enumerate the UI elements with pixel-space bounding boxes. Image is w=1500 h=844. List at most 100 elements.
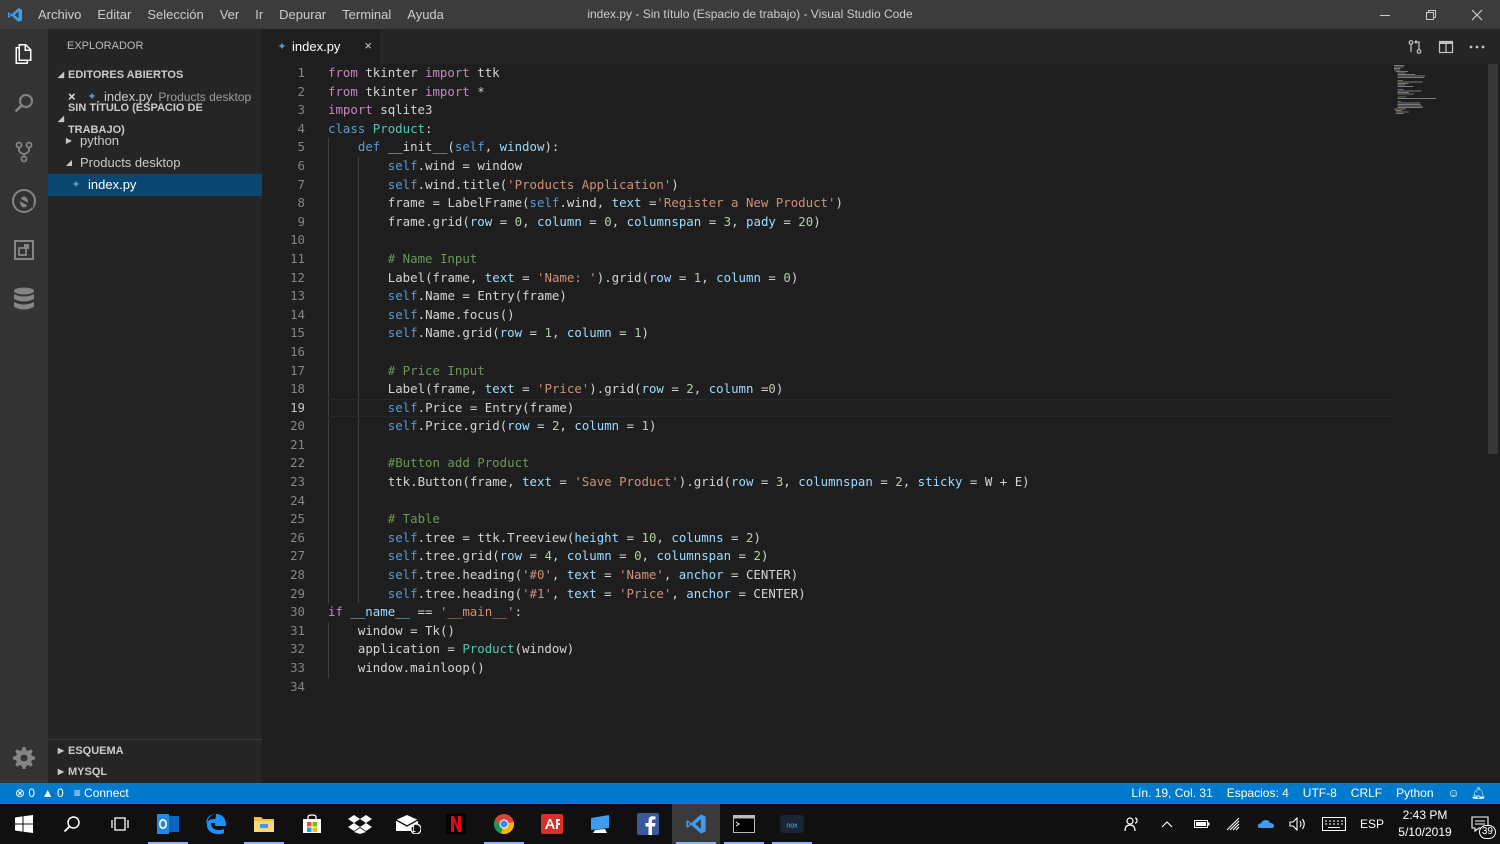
edge-icon[interactable]	[192, 804, 240, 844]
minimize-button[interactable]	[1362, 0, 1408, 29]
code-line[interactable]	[328, 678, 1392, 697]
code-line[interactable]: import sqlite3	[328, 101, 1392, 120]
tree-item-products-desktop[interactable]: ◢ Products desktop	[48, 152, 262, 174]
encoding[interactable]: UTF-8	[1296, 783, 1344, 804]
input-language[interactable]: ESP	[1354, 804, 1390, 844]
code-line[interactable]: window = Tk()	[328, 621, 1392, 641]
code-line[interactable]: window.mainloop()	[328, 659, 1392, 678]
tab-close-button[interactable]: ×	[364, 38, 372, 53]
problems-indicator[interactable]: ⊗ 0 ▲ 0	[10, 783, 69, 804]
battery-icon[interactable]	[1186, 804, 1218, 844]
code-line[interactable]	[328, 231, 1392, 250]
indentation[interactable]: Espacios: 4	[1220, 783, 1296, 804]
code-line[interactable]: self.Name.grid(row = 1, column = 1)	[328, 324, 1392, 343]
extensions-icon[interactable]	[0, 225, 48, 274]
code-line[interactable]: self.Price = Entry(frame)	[328, 398, 1392, 418]
terminal-icon[interactable]	[720, 804, 768, 844]
cursor-position[interactable]: Lín. 19, Col. 31	[1124, 783, 1219, 804]
workspace-header[interactable]: ◢ SIN TÍTULO (ESPACIO DE TRABAJO)	[48, 102, 262, 136]
action-center-icon[interactable]: 39	[1460, 804, 1500, 844]
wifi-icon[interactable]	[1218, 804, 1250, 844]
scrollbar-thumb[interactable]	[1488, 64, 1498, 454]
open-editors-header[interactable]: ◢ EDITORES ABIERTOS	[48, 64, 262, 86]
connect-item[interactable]: ≡ Connect	[69, 783, 134, 804]
search-icon[interactable]	[48, 804, 96, 844]
search-icon[interactable]	[0, 78, 48, 127]
store-icon[interactable]	[288, 804, 336, 844]
code-line[interactable]: self.tree.heading('#0', text = 'Name', a…	[328, 566, 1392, 585]
menu-editar[interactable]: Editar	[89, 0, 139, 29]
explorer-icon[interactable]	[0, 29, 48, 78]
volume-icon[interactable]	[1282, 804, 1314, 844]
database-icon[interactable]	[0, 274, 48, 323]
chrome-icon[interactable]	[480, 804, 528, 844]
code-line[interactable]	[328, 342, 1392, 362]
code-line[interactable]: frame.grid(row = 0, column = 0, columnsp…	[328, 212, 1392, 232]
code-line[interactable]: self.tree = ttk.Treeview(height = 10, co…	[328, 528, 1392, 548]
restore-button[interactable]	[1408, 0, 1454, 29]
notifications-bell-icon[interactable]: 🔔︎	[1467, 783, 1490, 804]
source-control-icon[interactable]	[0, 127, 48, 176]
code-line[interactable]: Label(frame, text = 'Name: ').grid(row =…	[328, 268, 1392, 288]
code-line[interactable]: def __init__(self, window):	[328, 138, 1392, 157]
debug-icon[interactable]	[0, 176, 48, 225]
code-line[interactable]: frame = LabelFrame(self.wind, text ='Reg…	[328, 194, 1392, 213]
code-line[interactable]: self.tree.heading('#1', text = 'Price', …	[328, 584, 1392, 604]
code-line[interactable]: #Button add Product	[328, 454, 1392, 474]
close-window-button[interactable]	[1454, 0, 1500, 29]
facebook-icon[interactable]	[624, 804, 672, 844]
code-line[interactable]: self.tree.grid(row = 4, column = 0, colu…	[328, 547, 1392, 567]
code-line[interactable]: application = Product(window)	[328, 640, 1392, 659]
code-line[interactable]: Label(frame, text = 'Price').grid(row = …	[328, 380, 1392, 399]
chevron-up-icon[interactable]	[1148, 804, 1186, 844]
code-line[interactable]: # Name Input	[328, 249, 1392, 269]
minimap[interactable]	[1392, 64, 1486, 124]
vscode-icon[interactable]	[672, 804, 720, 844]
tab-index-py[interactable]: ✦ index.py ×	[262, 29, 380, 64]
code-area[interactable]: from tkinter import ttk from tkinter impo…	[328, 64, 1392, 696]
outlook-icon[interactable]	[144, 804, 192, 844]
menu-seleccion[interactable]: Selección	[139, 0, 211, 29]
code-line[interactable]: from tkinter import ttk	[328, 64, 1392, 83]
language-mode[interactable]: Python	[1389, 783, 1440, 804]
people-icon[interactable]	[1116, 804, 1148, 844]
code-line[interactable]: ttk.Button(frame, text = 'Save Product')…	[328, 473, 1392, 492]
code-line[interactable]: self.wind = window	[328, 156, 1392, 176]
code-line[interactable]: self.Price.grid(row = 2, column = 1)	[328, 417, 1392, 436]
acrobat-icon[interactable]	[528, 804, 576, 844]
task-view-icon[interactable]	[96, 804, 144, 844]
more-actions-icon[interactable]	[1461, 29, 1492, 64]
clock[interactable]: 2:43 PM 5/10/2019	[1390, 807, 1460, 841]
menu-ver[interactable]: Ver	[212, 0, 248, 29]
code-line[interactable]	[328, 491, 1392, 511]
menu-ir[interactable]: Ir	[247, 0, 271, 29]
outline-header[interactable]: ▶ ESQUEMA	[48, 739, 262, 761]
code-line[interactable]: if __name__ == '__main__':	[328, 603, 1392, 622]
windows-start-icon[interactable]	[0, 804, 48, 844]
tree-item-index-py[interactable]: ✦ index.py	[48, 174, 262, 196]
menu-ayuda[interactable]: Ayuda	[399, 0, 452, 29]
menu-archivo[interactable]: Archivo	[30, 0, 89, 29]
keyboard-icon[interactable]	[1314, 804, 1354, 844]
vertical-scrollbar[interactable]	[1486, 64, 1500, 783]
end-of-line[interactable]: CRLF	[1344, 783, 1389, 804]
code-line[interactable]: self.Name.focus()	[328, 305, 1392, 325]
code-line[interactable]: self.Name = Entry(frame)	[328, 287, 1392, 306]
split-editor-icon[interactable]	[1430, 29, 1461, 64]
code-line[interactable]: # Price Input	[328, 361, 1392, 381]
code-line[interactable]: # Table	[328, 510, 1392, 529]
code-line[interactable]: from tkinter import *	[328, 83, 1392, 102]
remote-desktop-icon[interactable]	[576, 804, 624, 844]
code-line[interactable]: class Product:	[328, 120, 1392, 139]
file-explorer-icon[interactable]	[240, 804, 288, 844]
dropbox-icon[interactable]	[336, 804, 384, 844]
feedback-smiley-icon[interactable]: ☺	[1441, 783, 1467, 804]
code-line[interactable]	[328, 435, 1392, 455]
code-line[interactable]: self.wind.title('Products Application')	[328, 175, 1392, 195]
onedrive-icon[interactable]	[1250, 804, 1282, 844]
mail-icon[interactable]: 1	[384, 804, 432, 844]
netflix-icon[interactable]	[432, 804, 480, 844]
nox-icon[interactable]: nox	[768, 804, 816, 844]
menu-depurar[interactable]: Depurar	[271, 0, 334, 29]
mysql-header[interactable]: ▶ MYSQL	[48, 761, 262, 783]
